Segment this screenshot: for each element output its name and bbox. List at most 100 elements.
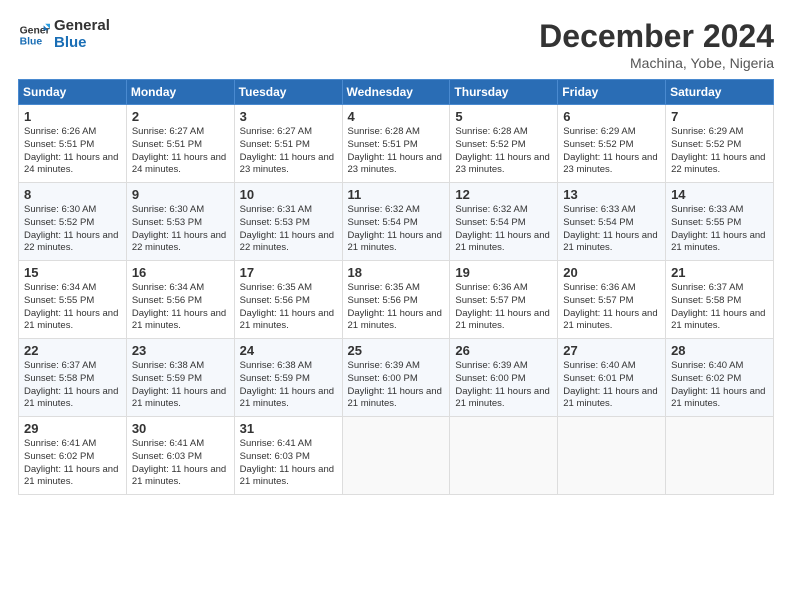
day-info: Sunrise: 6:28 AM Sunset: 5:51 PM Dayligh…: [348, 126, 445, 177]
calendar-cell: 11 Sunrise: 6:32 AM Sunset: 5:54 PM Dayl…: [342, 183, 450, 261]
calendar-cell: 7 Sunrise: 6:29 AM Sunset: 5:52 PM Dayli…: [666, 105, 774, 183]
calendar-cell: 13 Sunrise: 6:33 AM Sunset: 5:54 PM Dayl…: [558, 183, 666, 261]
calendar-cell: 10 Sunrise: 6:31 AM Sunset: 5:53 PM Dayl…: [234, 183, 342, 261]
calendar-cell: 25 Sunrise: 6:39 AM Sunset: 6:00 PM Dayl…: [342, 339, 450, 417]
col-tuesday: Tuesday: [234, 80, 342, 105]
day-number: 27: [563, 343, 660, 358]
day-info: Sunrise: 6:38 AM Sunset: 5:59 PM Dayligh…: [240, 360, 337, 411]
day-number: 21: [671, 265, 768, 280]
calendar-cell: [666, 417, 774, 495]
svg-text:General: General: [20, 25, 50, 36]
col-wednesday: Wednesday: [342, 80, 450, 105]
day-info: Sunrise: 6:32 AM Sunset: 5:54 PM Dayligh…: [455, 204, 552, 255]
day-number: 10: [240, 187, 337, 202]
day-info: Sunrise: 6:38 AM Sunset: 5:59 PM Dayligh…: [132, 360, 229, 411]
day-number: 5: [455, 109, 552, 124]
day-info: Sunrise: 6:37 AM Sunset: 5:58 PM Dayligh…: [671, 282, 768, 333]
day-number: 11: [348, 187, 445, 202]
logo-icon: General Blue: [18, 19, 50, 51]
day-number: 7: [671, 109, 768, 124]
calendar-cell: 20 Sunrise: 6:36 AM Sunset: 5:57 PM Dayl…: [558, 261, 666, 339]
day-info: Sunrise: 6:30 AM Sunset: 5:53 PM Dayligh…: [132, 204, 229, 255]
day-number: 16: [132, 265, 229, 280]
day-info: Sunrise: 6:33 AM Sunset: 5:55 PM Dayligh…: [671, 204, 768, 255]
day-number: 25: [348, 343, 445, 358]
day-number: 22: [24, 343, 121, 358]
location: Machina, Yobe, Nigeria: [539, 55, 774, 71]
day-info: Sunrise: 6:29 AM Sunset: 5:52 PM Dayligh…: [563, 126, 660, 177]
calendar-cell: 18 Sunrise: 6:35 AM Sunset: 5:56 PM Dayl…: [342, 261, 450, 339]
title-block: December 2024 Machina, Yobe, Nigeria: [539, 18, 774, 71]
day-info: Sunrise: 6:36 AM Sunset: 5:57 PM Dayligh…: [455, 282, 552, 333]
calendar-cell: 6 Sunrise: 6:29 AM Sunset: 5:52 PM Dayli…: [558, 105, 666, 183]
day-info: Sunrise: 6:29 AM Sunset: 5:52 PM Dayligh…: [671, 126, 768, 177]
day-number: 2: [132, 109, 229, 124]
day-info: Sunrise: 6:35 AM Sunset: 5:56 PM Dayligh…: [348, 282, 445, 333]
calendar-week-row: 8 Sunrise: 6:30 AM Sunset: 5:52 PM Dayli…: [19, 183, 774, 261]
day-number: 31: [240, 421, 337, 436]
day-info: Sunrise: 6:31 AM Sunset: 5:53 PM Dayligh…: [240, 204, 337, 255]
calendar-cell: 2 Sunrise: 6:27 AM Sunset: 5:51 PM Dayli…: [126, 105, 234, 183]
day-number: 24: [240, 343, 337, 358]
day-number: 28: [671, 343, 768, 358]
day-info: Sunrise: 6:39 AM Sunset: 6:00 PM Dayligh…: [348, 360, 445, 411]
calendar-cell: 8 Sunrise: 6:30 AM Sunset: 5:52 PM Dayli…: [19, 183, 127, 261]
day-number: 3: [240, 109, 337, 124]
month-title: December 2024: [539, 18, 774, 55]
calendar-cell: 9 Sunrise: 6:30 AM Sunset: 5:53 PM Dayli…: [126, 183, 234, 261]
day-number: 17: [240, 265, 337, 280]
calendar-cell: 4 Sunrise: 6:28 AM Sunset: 5:51 PM Dayli…: [342, 105, 450, 183]
day-number: 1: [24, 109, 121, 124]
calendar-cell: [342, 417, 450, 495]
day-number: 8: [24, 187, 121, 202]
day-info: Sunrise: 6:27 AM Sunset: 5:51 PM Dayligh…: [240, 126, 337, 177]
calendar-cell: 19 Sunrise: 6:36 AM Sunset: 5:57 PM Dayl…: [450, 261, 558, 339]
page-container: General Blue General Blue December 2024 …: [0, 0, 792, 505]
calendar-cell: 21 Sunrise: 6:37 AM Sunset: 5:58 PM Dayl…: [666, 261, 774, 339]
day-info: Sunrise: 6:33 AM Sunset: 5:54 PM Dayligh…: [563, 204, 660, 255]
calendar-cell: [450, 417, 558, 495]
day-number: 18: [348, 265, 445, 280]
day-info: Sunrise: 6:40 AM Sunset: 6:02 PM Dayligh…: [671, 360, 768, 411]
calendar-week-row: 29 Sunrise: 6:41 AM Sunset: 6:02 PM Dayl…: [19, 417, 774, 495]
day-number: 14: [671, 187, 768, 202]
day-number: 30: [132, 421, 229, 436]
calendar-week-row: 1 Sunrise: 6:26 AM Sunset: 5:51 PM Dayli…: [19, 105, 774, 183]
calendar-cell: 26 Sunrise: 6:39 AM Sunset: 6:00 PM Dayl…: [450, 339, 558, 417]
col-monday: Monday: [126, 80, 234, 105]
day-info: Sunrise: 6:30 AM Sunset: 5:52 PM Dayligh…: [24, 204, 121, 255]
calendar-cell: 15 Sunrise: 6:34 AM Sunset: 5:55 PM Dayl…: [19, 261, 127, 339]
col-friday: Friday: [558, 80, 666, 105]
day-info: Sunrise: 6:41 AM Sunset: 6:03 PM Dayligh…: [132, 438, 229, 489]
col-thursday: Thursday: [450, 80, 558, 105]
calendar-week-row: 15 Sunrise: 6:34 AM Sunset: 5:55 PM Dayl…: [19, 261, 774, 339]
day-info: Sunrise: 6:41 AM Sunset: 6:02 PM Dayligh…: [24, 438, 121, 489]
day-info: Sunrise: 6:26 AM Sunset: 5:51 PM Dayligh…: [24, 126, 121, 177]
day-info: Sunrise: 6:37 AM Sunset: 5:58 PM Dayligh…: [24, 360, 121, 411]
day-number: 23: [132, 343, 229, 358]
day-info: Sunrise: 6:27 AM Sunset: 5:51 PM Dayligh…: [132, 126, 229, 177]
day-info: Sunrise: 6:39 AM Sunset: 6:00 PM Dayligh…: [455, 360, 552, 411]
header: General Blue General Blue December 2024 …: [18, 18, 774, 71]
day-number: 12: [455, 187, 552, 202]
calendar-cell: 28 Sunrise: 6:40 AM Sunset: 6:02 PM Dayl…: [666, 339, 774, 417]
calendar-cell: 14 Sunrise: 6:33 AM Sunset: 5:55 PM Dayl…: [666, 183, 774, 261]
col-sunday: Sunday: [19, 80, 127, 105]
day-number: 9: [132, 187, 229, 202]
day-info: Sunrise: 6:34 AM Sunset: 5:55 PM Dayligh…: [24, 282, 121, 333]
calendar-cell: 24 Sunrise: 6:38 AM Sunset: 5:59 PM Dayl…: [234, 339, 342, 417]
calendar-cell: 31 Sunrise: 6:41 AM Sunset: 6:03 PM Dayl…: [234, 417, 342, 495]
calendar-cell: 29 Sunrise: 6:41 AM Sunset: 6:02 PM Dayl…: [19, 417, 127, 495]
day-number: 20: [563, 265, 660, 280]
day-info: Sunrise: 6:32 AM Sunset: 5:54 PM Dayligh…: [348, 204, 445, 255]
calendar-cell: 22 Sunrise: 6:37 AM Sunset: 5:58 PM Dayl…: [19, 339, 127, 417]
day-number: 6: [563, 109, 660, 124]
day-number: 13: [563, 187, 660, 202]
calendar-cell: 1 Sunrise: 6:26 AM Sunset: 5:51 PM Dayli…: [19, 105, 127, 183]
calendar-cell: 30 Sunrise: 6:41 AM Sunset: 6:03 PM Dayl…: [126, 417, 234, 495]
logo-text: General Blue: [54, 18, 110, 51]
day-number: 15: [24, 265, 121, 280]
calendar-cell: 23 Sunrise: 6:38 AM Sunset: 5:59 PM Dayl…: [126, 339, 234, 417]
calendar-cell: 16 Sunrise: 6:34 AM Sunset: 5:56 PM Dayl…: [126, 261, 234, 339]
day-info: Sunrise: 6:41 AM Sunset: 6:03 PM Dayligh…: [240, 438, 337, 489]
